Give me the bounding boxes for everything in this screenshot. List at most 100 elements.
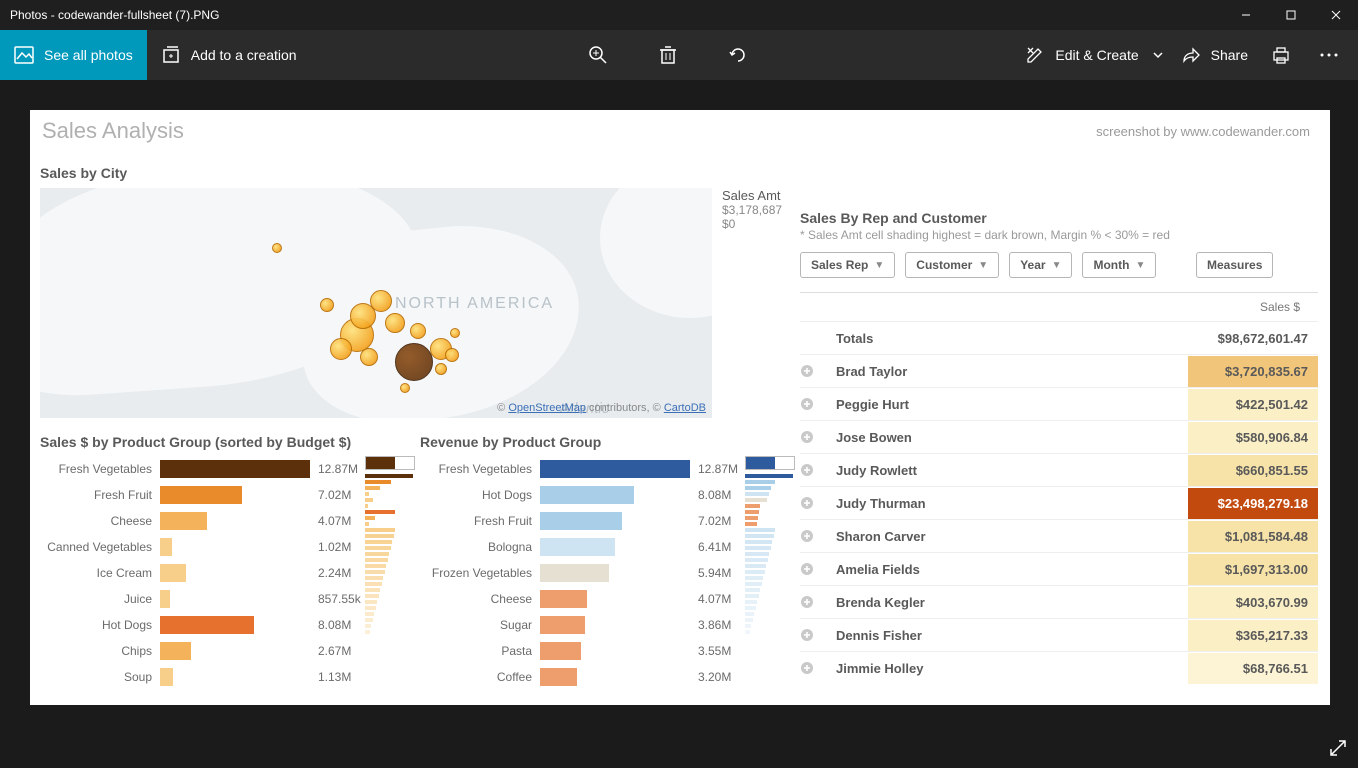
print-button[interactable] (1266, 46, 1296, 64)
bar-row[interactable]: Canned Vegetables1.02M (40, 534, 390, 560)
bar-row[interactable]: Sugar3.86M (420, 612, 770, 638)
more-button[interactable] (1314, 52, 1344, 58)
sales-by-product-chart[interactable]: Fresh Vegetables12.87MFresh Fruit7.02MCh… (40, 456, 390, 690)
window-close-button[interactable] (1313, 0, 1358, 30)
see-all-photos-button[interactable]: See all photos (0, 30, 147, 80)
legend-title: Sales Amt (722, 188, 782, 203)
column-sales: Sales $ (1260, 300, 1318, 314)
bar-row[interactable]: Pasta3.55M (420, 638, 770, 664)
delete-button[interactable] (653, 45, 683, 65)
bar-row[interactable]: Fresh Vegetables12.87M (420, 456, 770, 482)
bar-value: 857.55k (310, 592, 361, 606)
cartodb-link[interactable]: CartoDB (664, 402, 706, 414)
edit-create-button[interactable]: Edit & Create (1025, 30, 1162, 80)
rep-name: Peggie Hurt (836, 397, 1188, 412)
expand-icon[interactable] (800, 496, 836, 510)
revenue-by-product-chart[interactable]: Fresh Vegetables12.87MHot Dogs8.08MFresh… (420, 456, 770, 690)
add-to-creation-button[interactable]: Add to a creation (147, 30, 311, 80)
chevron-down-icon (1153, 51, 1163, 59)
bar-row[interactable]: Frozen Vegetables5.94M (420, 560, 770, 586)
expand-icon[interactable] (800, 595, 836, 609)
table-row[interactable]: Peggie Hurt$422,501.42 (800, 387, 1318, 420)
bar-value: 7.02M (690, 514, 731, 528)
chevron-down-icon: ▼ (874, 260, 884, 271)
bar-row[interactable]: Chips2.67M (40, 638, 390, 664)
map-legend: Sales Amt $3,178,687 $0 (722, 188, 782, 231)
window-minimize-button[interactable] (1223, 0, 1268, 30)
bar-label: Chips (40, 644, 160, 658)
rep-sales-value: $1,081,584.48 (1188, 521, 1318, 552)
expand-icon[interactable] (800, 529, 836, 543)
table-row[interactable]: Brenda Kegler$403,670.99 (800, 585, 1318, 618)
bar-value: 3.55M (690, 644, 731, 658)
bar-row[interactable]: Cheese4.07M (420, 586, 770, 612)
rotate-button[interactable] (723, 45, 753, 65)
totals-label: Totals (836, 331, 1188, 346)
rep-sales-value: $68,766.51 (1188, 653, 1318, 684)
table-row[interactable]: Judy Thurman$23,498,279.18 (800, 486, 1318, 519)
expand-icon[interactable] (800, 463, 836, 477)
resize-grip-icon[interactable] (1328, 738, 1348, 758)
filter-year[interactable]: Year▼ (1009, 252, 1072, 278)
legend-high: $3,178,687 (722, 203, 782, 217)
expand-icon[interactable] (800, 397, 836, 411)
chevron-down-icon: ▼ (1052, 260, 1062, 271)
bar-label: Frozen Vegetables (420, 566, 540, 580)
filter-sales-rep[interactable]: Sales Rep▼ (800, 252, 895, 278)
filter-customer[interactable]: Customer▼ (905, 252, 999, 278)
measures-button[interactable]: Measures (1196, 252, 1273, 278)
bar-row[interactable]: Hot Dogs8.08M (420, 482, 770, 508)
bar-label: Sugar (420, 618, 540, 632)
table-row[interactable]: Judy Rowlett$660,851.55 (800, 453, 1318, 486)
photos-icon (14, 46, 34, 64)
expand-icon[interactable] (800, 364, 836, 378)
window-maximize-button[interactable] (1268, 0, 1313, 30)
photo-viewer: Sales Analysis screenshot by www.codewan… (0, 80, 1358, 768)
table-row[interactable]: Amelia Fields$1,697,313.00 (800, 552, 1318, 585)
share-button[interactable]: Share (1181, 30, 1248, 80)
bar-row[interactable]: Fresh Fruit7.02M (420, 508, 770, 534)
table-totals-row: Totals $98,672,601.47 (800, 321, 1318, 354)
table-row[interactable]: Sharon Carver$1,081,584.48 (800, 519, 1318, 552)
rep-sales-value: $365,217.33 (1188, 620, 1318, 651)
table-header: Sales $ (800, 293, 1318, 321)
add-to-creation-label: Add to a creation (191, 47, 297, 63)
table-row[interactable]: Jose Bowen$580,906.84 (800, 420, 1318, 453)
sales-by-city-map[interactable]: NORTH AMERICA Atlantic © Open (40, 188, 712, 418)
expand-icon[interactable] (800, 562, 836, 576)
bar-label: Juice (40, 592, 160, 606)
bar-row[interactable]: Fresh Vegetables12.87M (40, 456, 390, 482)
rep-sales-value: $660,851.55 (1188, 455, 1318, 486)
filter-month[interactable]: Month▼ (1082, 252, 1156, 278)
table-row[interactable]: Brad Taylor$3,720,835.67 (800, 354, 1318, 387)
table-row[interactable]: Dennis Fisher$365,217.33 (800, 618, 1318, 651)
bar-row[interactable]: Soup1.13M (40, 664, 390, 690)
bar-row[interactable]: Bologna6.41M (420, 534, 770, 560)
zoom-button[interactable] (583, 45, 613, 65)
bar-row[interactable]: Hot Dogs8.08M (40, 612, 390, 638)
expand-icon[interactable] (800, 661, 836, 675)
bar-row[interactable]: Coffee3.20M (420, 664, 770, 690)
expand-icon[interactable] (800, 430, 836, 444)
bar-row[interactable]: Cheese4.07M (40, 508, 390, 534)
chevron-down-icon: ▼ (978, 260, 988, 271)
edit-create-label: Edit & Create (1055, 47, 1138, 63)
sales-by-rep-subtitle: * Sales Amt cell shading highest = dark … (800, 228, 1170, 242)
revenue-by-product-minimap[interactable] (745, 456, 795, 635)
bar-label: Ice Cream (40, 566, 160, 580)
totals-value: $98,672,601.47 (1188, 323, 1318, 354)
map-label-north-america: NORTH AMERICA (395, 296, 554, 312)
bar-row[interactable]: Ice Cream2.24M (40, 560, 390, 586)
table-row[interactable]: Jimmie Holley$68,766.51 (800, 651, 1318, 684)
sales-by-city-title: Sales by City (40, 165, 127, 181)
bar-row[interactable]: Fresh Fruit7.02M (40, 482, 390, 508)
openstreetmap-link[interactable]: OpenStreetMap (508, 402, 586, 414)
see-all-photos-label: See all photos (44, 47, 133, 63)
expand-icon[interactable] (800, 628, 836, 642)
collection-plus-icon (161, 46, 181, 64)
bar-row[interactable]: Juice 857.55k (40, 586, 390, 612)
bar-label: Cheese (40, 514, 160, 528)
bar-value: 6.41M (690, 540, 731, 554)
bar-value: 8.08M (310, 618, 351, 632)
sales-by-product-minimap[interactable] (365, 456, 415, 635)
